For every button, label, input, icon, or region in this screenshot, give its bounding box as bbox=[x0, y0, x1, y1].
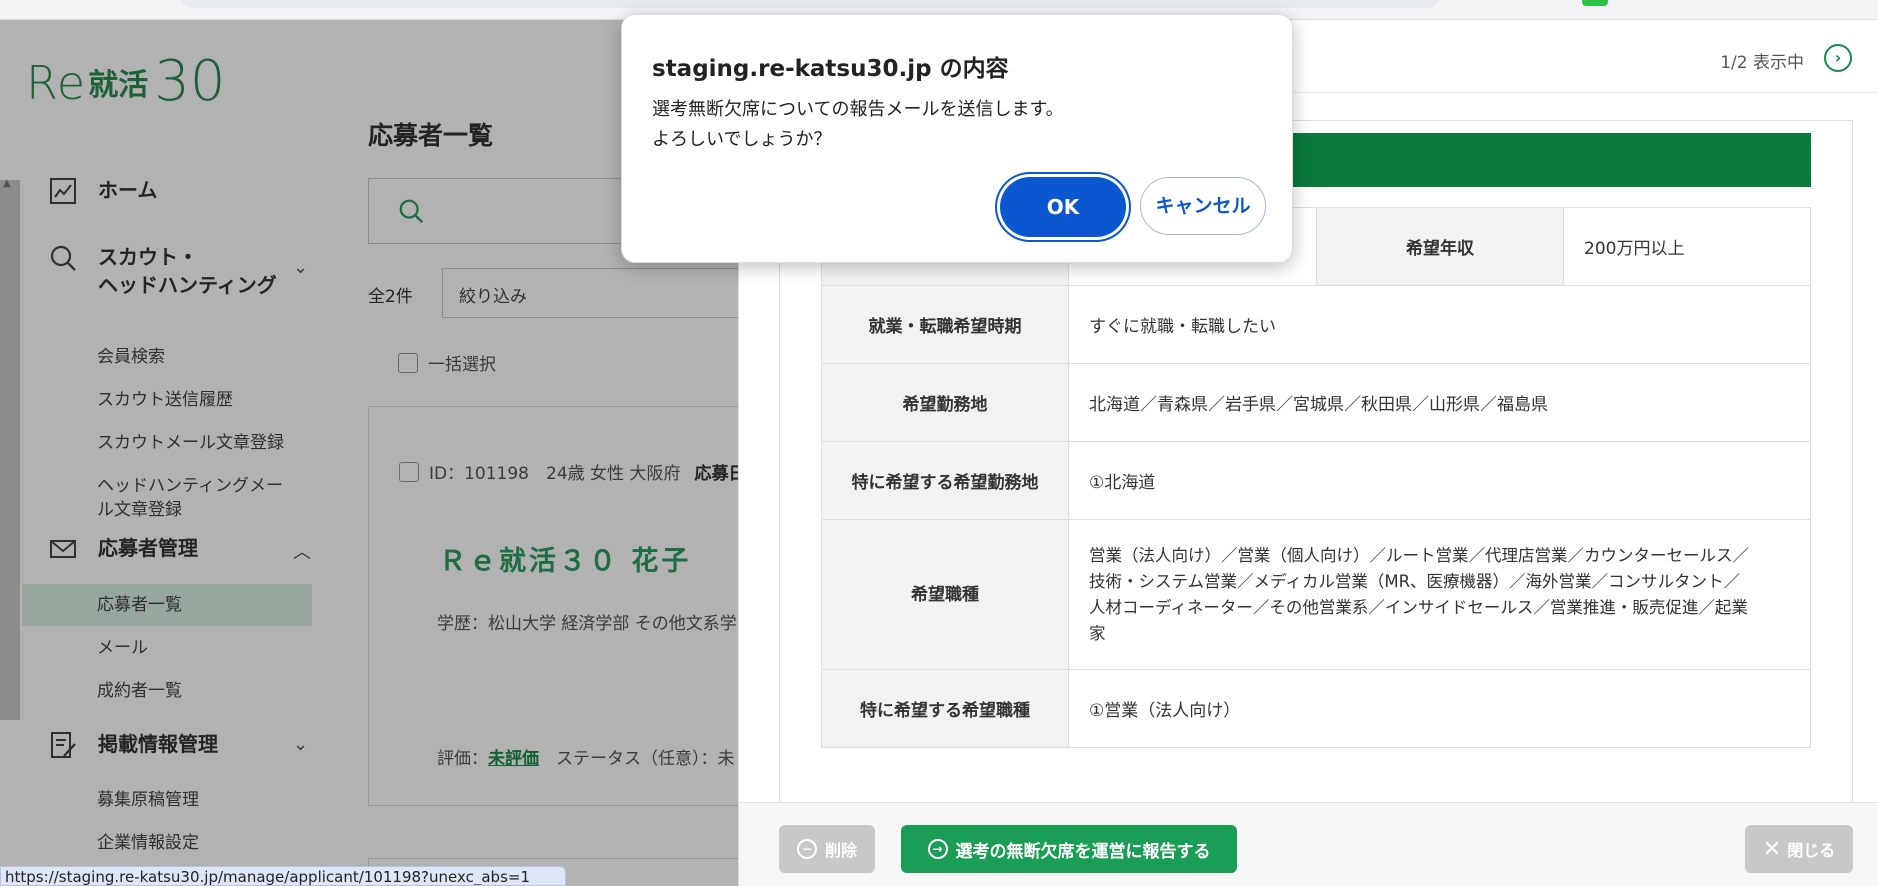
table-row: 希望職種 営業（法人向け）／営業（個人向け）／ルート営業／代理店営業／カウンター… bbox=[821, 519, 1811, 670]
pager-label: 1/2 表示中 bbox=[1720, 53, 1804, 73]
report-no-show-button[interactable]: → 選考の無断欠席を運営に報告する bbox=[901, 825, 1237, 873]
table-row: 就業・転職希望時期 すぐに就職・転職したい bbox=[821, 285, 1811, 364]
next-page-icon[interactable]: › bbox=[1824, 44, 1852, 72]
ok-button[interactable]: OK bbox=[1000, 177, 1126, 237]
dialog-message: よろしいでしょうか？ bbox=[652, 129, 832, 150]
minus-circle-icon: − bbox=[796, 839, 817, 859]
dialog-message: 選考無断欠席についての報告メールを送信します。 bbox=[652, 99, 1064, 120]
close-icon: ✕ bbox=[1762, 836, 1782, 862]
confirm-dialog: staging.re-katsu30.jp の内容 選考無断欠席についての報告メ… bbox=[621, 14, 1293, 263]
status-bar-url: https://staging.re-katsu30.jp/manage/app… bbox=[0, 866, 566, 886]
cancel-button[interactable]: キャンセル bbox=[1140, 177, 1266, 235]
arrow-right-circle-icon: → bbox=[927, 839, 948, 859]
address-bar[interactable] bbox=[180, 0, 1440, 8]
desired-conditions-table: 希望年収 200万円以上 就業・転職希望時期 すぐに就職・転職したい 希望勤務地… bbox=[821, 207, 1811, 748]
extension-icon[interactable] bbox=[1582, 0, 1608, 6]
dialog-title: staging.re-katsu30.jp の内容 bbox=[652, 56, 1009, 82]
table-row: 希望勤務地 北海道／青森県／岩手県／宮城県／秋田県／山形県／福島県 bbox=[821, 363, 1811, 442]
table-row: 特に希望する希望職種 ①営業（法人向け） bbox=[821, 669, 1811, 748]
panel-footer: − 削除 → 選考の無断欠席を運営に報告する ✕ 閉じる bbox=[739, 802, 1878, 886]
close-button[interactable]: ✕ 閉じる bbox=[1745, 825, 1853, 873]
table-row: 特に希望する希望勤務地 ①北海道 bbox=[821, 441, 1811, 520]
delete-button[interactable]: − 削除 bbox=[779, 825, 875, 873]
